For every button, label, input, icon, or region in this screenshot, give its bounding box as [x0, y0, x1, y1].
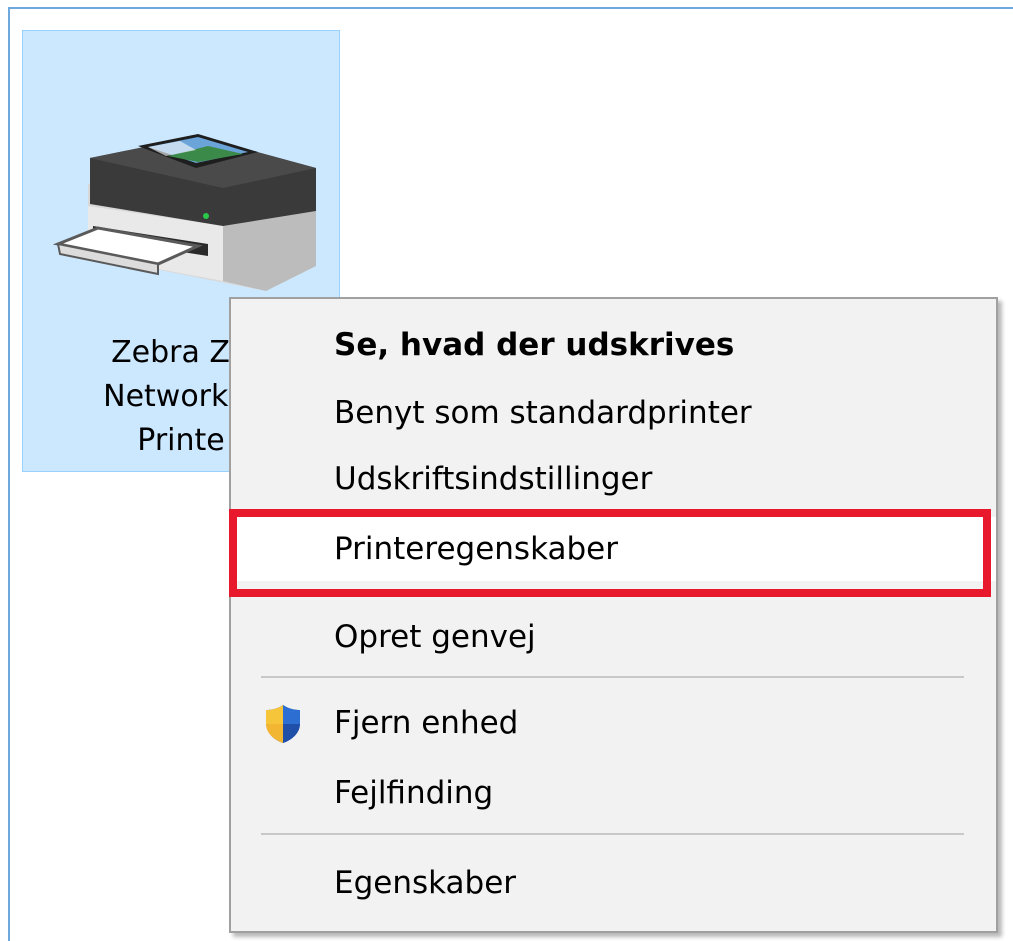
menu-item-create-shortcut[interactable]: Opret genvej [231, 605, 996, 669]
window-frame-left [8, 7, 10, 941]
menu-item-label: Opret genvej [334, 619, 536, 655]
menu-separator [261, 833, 964, 835]
menu-item-label: Se, hvad der udskrives [334, 327, 735, 363]
menu-item-label: Fejlfinding [334, 775, 494, 811]
uac-shield-icon [266, 705, 300, 743]
menu-item-set-default-printer[interactable]: Benyt som standardprinter [231, 381, 996, 445]
menu-item-see-whats-printing[interactable]: Se, hvad der udskrives [231, 313, 996, 377]
red-highlight-annotation [229, 509, 991, 597]
menu-item-label: Benyt som standardprinter [334, 395, 752, 431]
menu-item-troubleshoot[interactable]: Fejlfinding [231, 761, 996, 825]
menu-item-label: Fjern enhed [334, 705, 519, 741]
window-frame-top [8, 7, 1013, 9]
context-menu: Se, hvad der udskrives Benyt som standar… [229, 297, 998, 933]
devices-window: Zebra ZC Network C Printe Se, hvad der u… [0, 0, 1013, 941]
menu-item-properties[interactable]: Egenskaber [231, 851, 996, 915]
menu-item-label: Egenskaber [334, 865, 517, 901]
menu-item-label: Udskriftsindstillinger [334, 461, 653, 497]
menu-separator [261, 676, 964, 678]
printer-icon [52, 134, 316, 291]
menu-item-remove-device[interactable]: Fjern enhed [231, 691, 996, 755]
menu-item-printing-preferences[interactable]: Udskriftsindstillinger [231, 447, 996, 511]
